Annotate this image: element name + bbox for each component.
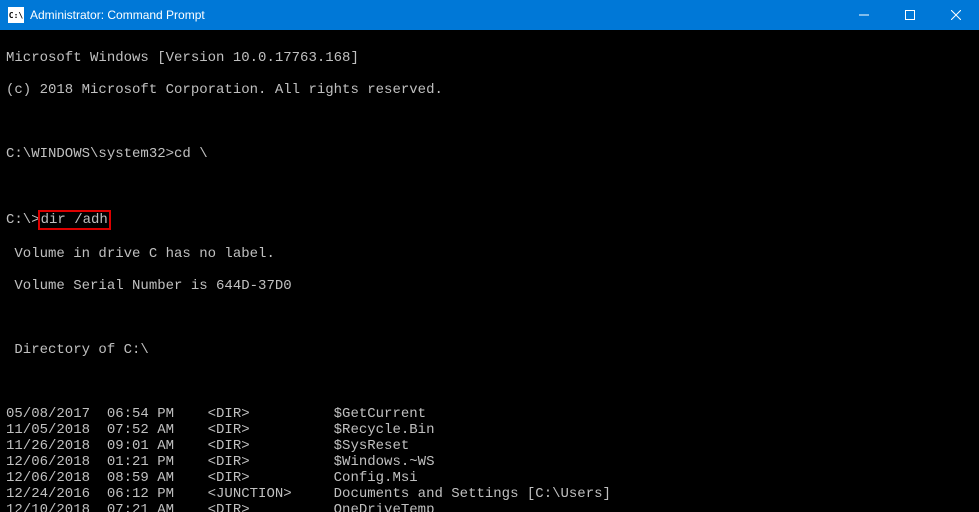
dir-entry: 11/26/2018 09:01 AM <DIR> $SysReset (6, 438, 973, 454)
volume-line: Volume in drive C has no label. (6, 246, 973, 262)
copyright-line: (c) 2018 Microsoft Corporation. All righ… (6, 82, 973, 98)
prompt-line-1: C:\WINDOWS\system32>cd \ (6, 146, 973, 162)
blank (6, 114, 973, 130)
dir-entry: 05/08/2017 06:54 PM <DIR> $GetCurrent (6, 406, 973, 422)
maximize-button[interactable] (887, 0, 933, 30)
window-title: Administrator: Command Prompt (30, 8, 841, 22)
prompt: C:\> (6, 212, 40, 228)
version-line: Microsoft Windows [Version 10.0.17763.16… (6, 50, 973, 66)
cmd-icon: C:\ (8, 7, 24, 23)
titlebar[interactable]: C:\ Administrator: Command Prompt (0, 0, 979, 30)
blank (6, 310, 973, 326)
dir-entry: 11/05/2018 07:52 AM <DIR> $Recycle.Bin (6, 422, 973, 438)
close-button[interactable] (933, 0, 979, 30)
prompt-line-2: C:\>dir /adh (6, 210, 973, 230)
highlighted-command: dir /adh (38, 210, 111, 230)
command-prompt-window: C:\ Administrator: Command Prompt Micros… (0, 0, 979, 512)
terminal-area[interactable]: Microsoft Windows [Version 10.0.17763.16… (0, 30, 979, 512)
dir-entry: 12/06/2018 01:21 PM <DIR> $Windows.~WS (6, 454, 973, 470)
minimize-button[interactable] (841, 0, 887, 30)
close-icon (951, 10, 961, 20)
prompt: C:\WINDOWS\system32> (6, 146, 174, 162)
dir-entry: 12/06/2018 08:59 AM <DIR> Config.Msi (6, 470, 973, 486)
minimize-icon (859, 10, 869, 20)
dir-entry: 12/24/2016 06:12 PM <JUNCTION> Documents… (6, 486, 973, 502)
serial-line: Volume Serial Number is 644D-37D0 (6, 278, 973, 294)
blank (6, 374, 973, 390)
blank (6, 178, 973, 194)
maximize-icon (905, 10, 915, 20)
dir-listing: 05/08/2017 06:54 PM <DIR> $GetCurrent11/… (6, 406, 973, 512)
window-controls (841, 0, 979, 30)
directory-of-line: Directory of C:\ (6, 342, 973, 358)
command-cd: cd \ (174, 146, 208, 162)
dir-entry: 12/10/2018 07:21 AM <DIR> OneDriveTemp (6, 502, 973, 512)
